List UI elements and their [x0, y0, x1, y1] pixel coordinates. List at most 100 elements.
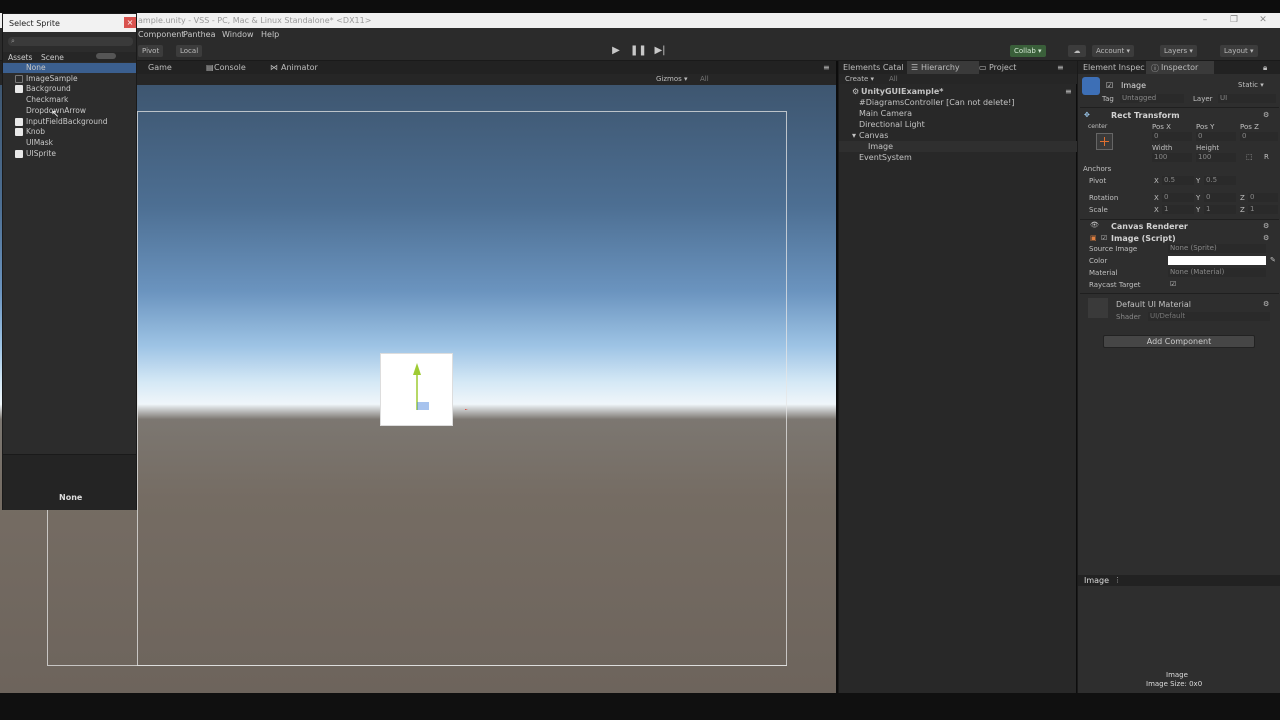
panel-menu-icon[interactable]: ≡ — [1057, 63, 1064, 72]
pos-z-field[interactable]: 0 — [1240, 132, 1278, 141]
component-menu-icon[interactable]: ⚙ — [1263, 234, 1269, 242]
gizmos-dropdown[interactable]: Gizmos ▾ — [656, 75, 688, 83]
local-toggle[interactable]: Local — [176, 45, 203, 57]
color-field[interactable] — [1168, 256, 1266, 265]
tab-hierarchy[interactable]: Hierarchy — [921, 63, 960, 72]
menu-help[interactable]: Help — [261, 30, 279, 39]
hierarchy-search-input[interactable]: All — [889, 75, 898, 83]
minimize-icon[interactable]: – — [1200, 15, 1210, 25]
layer-dropdown[interactable]: UI — [1218, 94, 1276, 103]
scale-z-field[interactable]: 1 — [1248, 205, 1278, 214]
sprite-item[interactable]: InputFieldBackground — [3, 117, 136, 127]
move-gizmo[interactable] — [405, 330, 485, 410]
scale-x-field[interactable]: 1 — [1162, 205, 1194, 214]
rotation-z-field[interactable]: 0 — [1248, 193, 1278, 202]
hierarchy-item[interactable]: Image — [839, 141, 1077, 152]
object-name-field[interactable]: Image — [1121, 81, 1146, 90]
component-menu-icon[interactable]: ⚙ — [1263, 222, 1269, 230]
tab-elements-catalog[interactable]: Elements Catal — [843, 63, 904, 72]
step-icon[interactable]: ▶| — [652, 44, 668, 58]
pivot-y-field[interactable]: 0.5 — [1204, 176, 1236, 185]
tab-element-inspector[interactable]: Element Inspec — [1083, 63, 1145, 72]
height-field[interactable]: 100 — [1196, 153, 1236, 162]
anchors-foldout[interactable]: Anchors — [1083, 165, 1111, 173]
sprite-item[interactable]: Checkmark — [3, 95, 136, 105]
sprite-search-input[interactable]: ⌕ — [8, 37, 133, 46]
tab-inspector[interactable]: Inspector — [1161, 63, 1198, 72]
thumbnail-size-slider[interactable] — [96, 53, 116, 59]
sprite-item[interactable]: UISprite — [3, 149, 136, 159]
sprite-item[interactable]: ImageSample — [3, 74, 136, 84]
material-preview-icon — [1088, 298, 1108, 318]
xy-plane-handle-icon[interactable] — [417, 402, 429, 410]
sprite-item[interactable]: Knob — [3, 127, 136, 137]
pause-icon[interactable]: ❚❚ — [630, 44, 647, 58]
scene-menu-icon[interactable]: ≡ — [1065, 87, 1072, 96]
panel-menu-icon[interactable]: ≡ — [823, 63, 830, 72]
create-dropdown[interactable]: Create ▾ — [845, 75, 874, 83]
pivot-toggle[interactable]: Pivot — [138, 45, 164, 57]
hierarchy-item[interactable]: Canvas ▾ — [839, 130, 1077, 141]
static-toggle[interactable]: Static ▾ — [1238, 81, 1264, 89]
sprite-item[interactable]: DropdownArrow — [3, 106, 136, 116]
tab-game[interactable]: Game — [148, 63, 172, 72]
sprite-item[interactable]: Background — [3, 84, 136, 94]
sprite-item[interactable]: None — [3, 63, 136, 73]
material-field[interactable]: None (Material) — [1168, 268, 1266, 277]
rect-transform-header[interactable]: Rect Transform — [1111, 111, 1180, 120]
foldout-arrow-icon[interactable]: ▾ — [852, 131, 856, 140]
component-menu-icon[interactable]: ⚙ — [1263, 111, 1269, 119]
pos-x-field[interactable]: 0 — [1152, 132, 1192, 141]
rotation-y-field[interactable]: 0 — [1204, 193, 1236, 202]
y-axis-arrow-icon[interactable] — [413, 363, 421, 375]
anchor-preset-button[interactable] — [1096, 133, 1113, 150]
image-script-header[interactable]: Image (Script) — [1111, 234, 1176, 243]
layout-button[interactable]: Layout ▾ — [1220, 45, 1258, 57]
pivot-x-field[interactable]: 0.5 — [1162, 176, 1194, 185]
enabled-checkbox-icon[interactable]: ☑ — [1101, 234, 1107, 242]
menu-window[interactable]: Window — [222, 30, 254, 39]
tag-dropdown[interactable]: Untagged — [1120, 94, 1184, 103]
raycast-target-checkbox[interactable]: ☑ — [1170, 280, 1176, 288]
default-material-header[interactable]: Default UI Material — [1116, 300, 1191, 309]
close-icon[interactable]: × — [124, 17, 136, 28]
cloud-icon[interactable]: ☁ — [1068, 45, 1086, 57]
scale-y-field[interactable]: 1 — [1204, 205, 1236, 214]
preview-menu-icon[interactable]: ⋮ — [1114, 576, 1121, 584]
add-component-button[interactable]: Add Component — [1103, 335, 1255, 348]
x-axis-arrow-icon[interactable] — [465, 409, 477, 410]
hierarchy-item[interactable]: UnityGUIExample* ⚙ ≡ — [839, 86, 1077, 97]
tab-scene[interactable]: Scene — [41, 53, 64, 62]
source-image-field[interactable]: None (Sprite) — [1168, 244, 1266, 253]
sprite-item[interactable]: UIMask — [3, 138, 136, 148]
hierarchy-item[interactable]: Main Camera — [839, 108, 1077, 119]
raw-edit-icon[interactable]: R — [1264, 153, 1269, 161]
menu-panthea[interactable]: Panthea — [183, 30, 215, 39]
menu-component[interactable]: Component — [138, 30, 184, 39]
console-icon: ▤ — [206, 63, 214, 72]
account-button[interactable]: Account ▾ — [1092, 45, 1135, 57]
collab-button[interactable]: Collab ▾ — [1010, 45, 1046, 57]
play-icon[interactable]: ▶ — [608, 44, 624, 58]
pos-y-field[interactable]: 0 — [1196, 132, 1236, 141]
hierarchy-item[interactable]: EventSystem — [839, 152, 1077, 163]
hierarchy-item[interactable]: Directional Light — [839, 119, 1077, 130]
width-field[interactable]: 100 — [1152, 153, 1192, 162]
scene-search-input[interactable]: All — [700, 75, 709, 83]
shader-dropdown[interactable]: UI/Default — [1148, 312, 1270, 321]
hierarchy-item[interactable]: #DiagramsController [Can not delete!] — [839, 97, 1077, 108]
eyedropper-icon[interactable]: ✎ — [1270, 256, 1276, 264]
rotation-x-field[interactable]: 0 — [1162, 193, 1194, 202]
tab-animator[interactable]: Animator — [281, 63, 318, 72]
blueprint-mode-icon[interactable]: ⬚ — [1246, 153, 1253, 161]
restore-icon[interactable]: ❐ — [1229, 15, 1239, 25]
canvas-renderer-header[interactable]: Canvas Renderer — [1111, 222, 1188, 231]
tab-assets[interactable]: Assets — [8, 53, 32, 62]
component-menu-icon[interactable]: ⚙ — [1263, 300, 1269, 308]
tab-project[interactable]: Project — [989, 63, 1016, 72]
layers-button[interactable]: Layers ▾ — [1160, 45, 1197, 57]
lock-icon[interactable]: 🔒︎ — [1263, 63, 1267, 73]
close-window-icon[interactable]: ✕ — [1258, 15, 1268, 25]
active-checkbox-icon[interactable]: ☑ — [1106, 81, 1113, 90]
tab-console[interactable]: Console — [214, 63, 246, 72]
